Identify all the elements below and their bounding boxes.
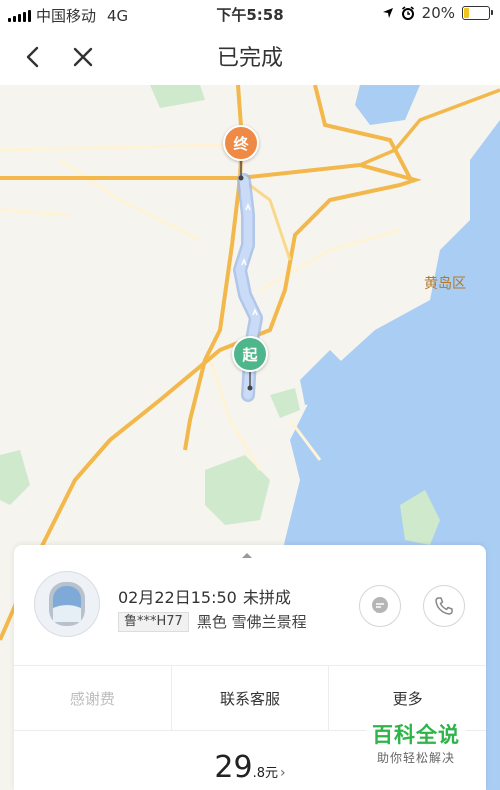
fare-decimal: .8元 — [252, 766, 278, 781]
expand-handle-icon[interactable] — [242, 553, 252, 558]
status-bar: 中国移动 4G 下午5:58 20% — [0, 0, 500, 28]
battery-icon — [462, 6, 493, 20]
chevron-right-icon: › — [279, 765, 286, 781]
status-right: 20% — [382, 4, 493, 22]
watermark-logo: 百科全说 助你轻松解决 — [366, 717, 466, 769]
watermark-subtitle: 助你轻松解决 — [376, 751, 455, 765]
call-button[interactable] — [423, 585, 465, 627]
message-icon — [372, 597, 388, 613]
watermark-title: 百科全说 — [372, 723, 460, 747]
order-info: 02月22日15:50 未拼成 — [118, 584, 291, 608]
place-label: 黄岛区 — [424, 276, 466, 292]
start-marker[interactable]: 起 — [232, 336, 268, 372]
phone-icon — [435, 597, 453, 615]
fare-integer: 29 — [214, 750, 253, 785]
license-plate: 鲁***H77 — [118, 611, 189, 632]
location-arrow-icon — [382, 8, 393, 18]
contact-service-button[interactable]: 联系客服 — [172, 666, 330, 730]
order-datetime: 02月22日15:50 — [118, 588, 237, 607]
nav-bar: 已完成 — [0, 28, 500, 85]
battery-percent: 20% — [421, 4, 455, 22]
page-title: 已完成 — [216, 46, 283, 71]
message-button[interactable] — [359, 585, 401, 627]
avatar — [34, 571, 100, 637]
alarm-icon — [401, 6, 414, 20]
airplane-window-icon — [49, 582, 85, 626]
end-marker[interactable]: 终 — [223, 125, 259, 161]
thank-fee-button[interactable]: 感谢费 — [14, 666, 172, 730]
car-info: 鲁***H77 黑色 雪佛兰景程 — [118, 611, 307, 632]
car-description: 黑色 雪佛兰景程 — [196, 613, 307, 631]
pool-status: 未拼成 — [242, 588, 291, 607]
